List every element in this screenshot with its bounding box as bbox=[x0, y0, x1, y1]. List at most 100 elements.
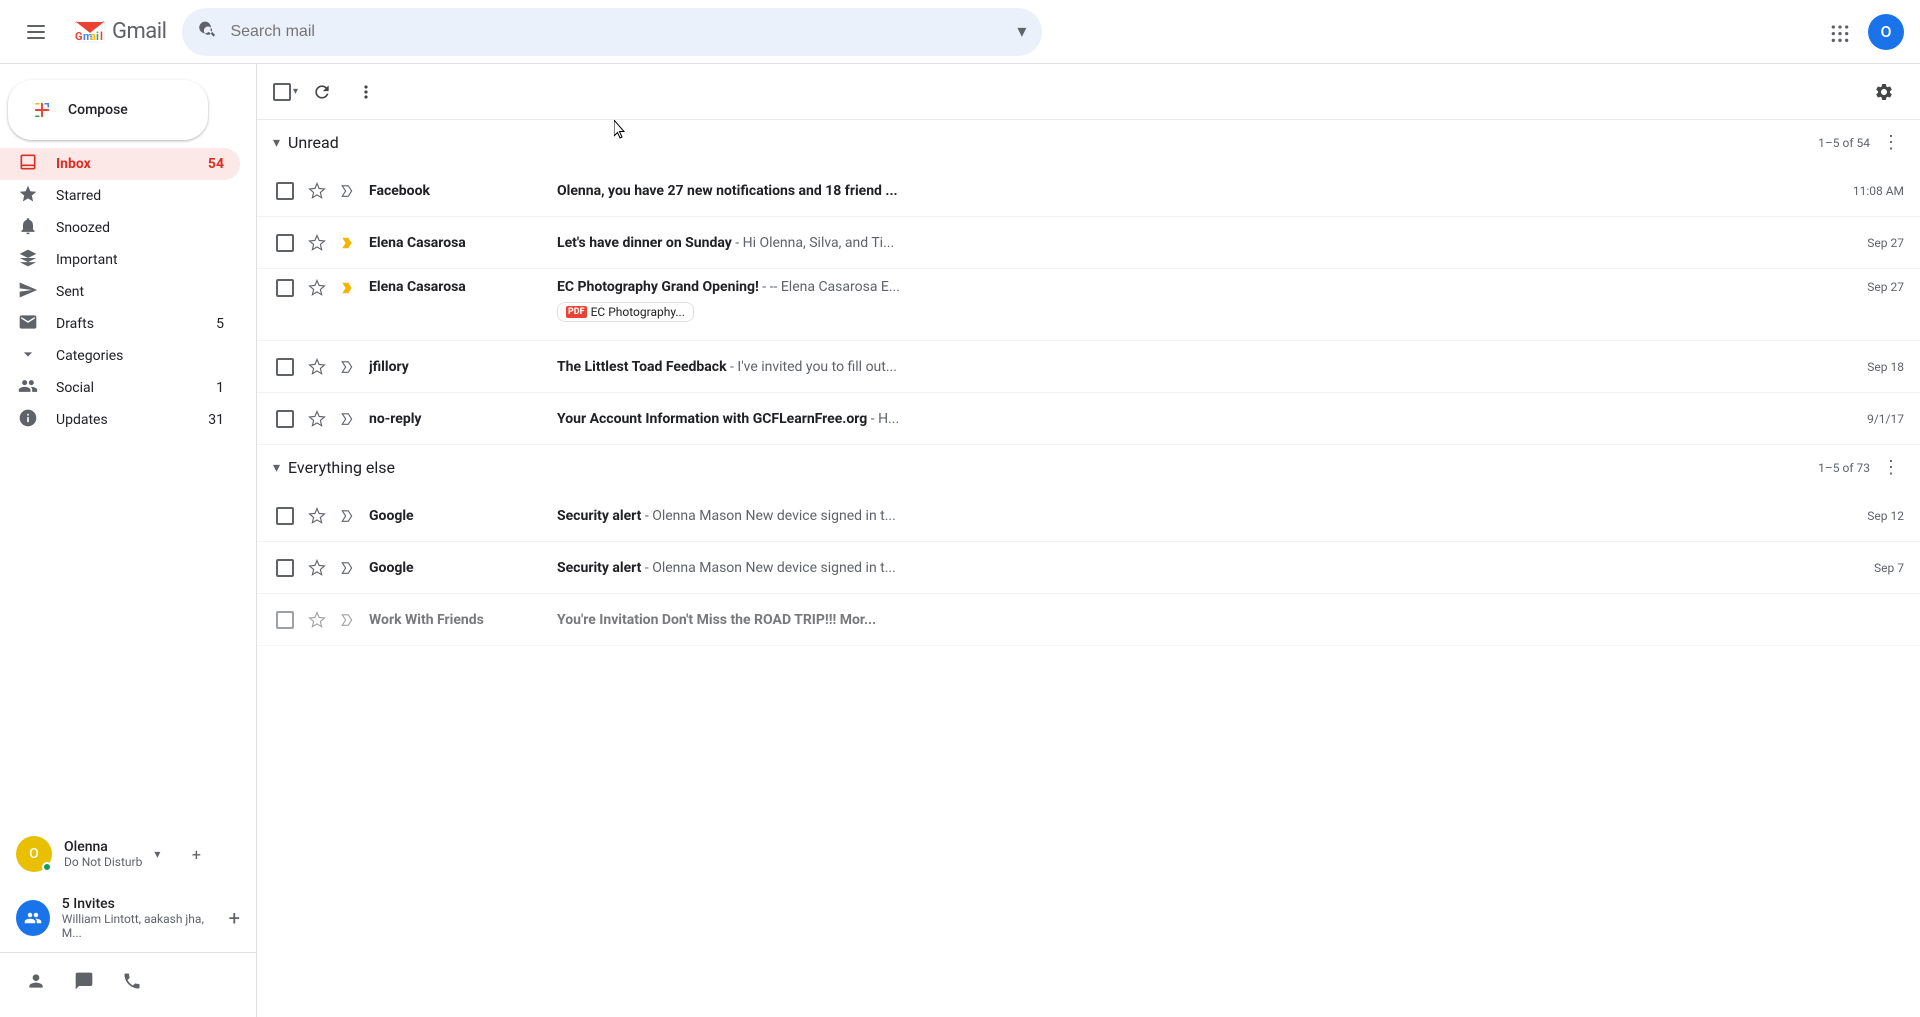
hamburger-menu-button[interactable] bbox=[16, 12, 56, 52]
email-checkbox[interactable] bbox=[276, 410, 294, 428]
sidebar-item-updates[interactable]: Updates 31 bbox=[0, 404, 240, 436]
unread-collapse-icon[interactable]: ▾ bbox=[273, 135, 280, 151]
row-subject-4: The Littlest Toad Feedback bbox=[557, 359, 727, 375]
social-badge: 1 bbox=[200, 380, 224, 396]
row-subject-5: Your Account Information with GCFLearnFr… bbox=[557, 411, 867, 427]
row-checkbox-4[interactable] bbox=[273, 358, 297, 376]
attachment-label: EC Photography... bbox=[591, 305, 685, 319]
sidebar-item-categories[interactable]: Categories bbox=[0, 340, 240, 372]
everything-else-section-header[interactable]: ▾ Everything else 1–5 of 73 ⋮ bbox=[257, 445, 1920, 490]
row-star-8[interactable] bbox=[305, 611, 329, 629]
pdf-attachment[interactable]: PDF EC Photography... bbox=[557, 302, 694, 322]
svg-text:i: i bbox=[96, 30, 99, 43]
row-important-3[interactable] bbox=[337, 279, 361, 297]
row-checkbox-3[interactable] bbox=[273, 279, 297, 297]
user-status: Do Not Disturb bbox=[64, 855, 142, 869]
drafts-label: Drafts bbox=[56, 316, 184, 332]
row-checkbox-8[interactable] bbox=[273, 611, 297, 629]
row-preview-4: - I've invited you to fill out... bbox=[730, 359, 897, 375]
settings-button[interactable] bbox=[1864, 72, 1904, 112]
row-star-6[interactable] bbox=[305, 507, 329, 525]
row-star-2[interactable] bbox=[305, 234, 329, 252]
add-account-button[interactable]: + bbox=[180, 838, 212, 870]
row-checkbox-5[interactable] bbox=[273, 410, 297, 428]
sidebar-item-drafts[interactable]: Drafts 5 bbox=[0, 308, 240, 340]
contacts-button[interactable] bbox=[16, 961, 56, 1001]
pdf-icon: PDF bbox=[566, 306, 587, 318]
row-star-7[interactable] bbox=[305, 559, 329, 577]
email-row[interactable]: no-reply Your Account Information with G… bbox=[257, 393, 1920, 445]
email-row[interactable]: Google Security alert - Olenna Mason New… bbox=[257, 490, 1920, 542]
unread-section-title: Unread bbox=[288, 133, 1810, 152]
sidebar-item-social[interactable]: Social 1 bbox=[0, 372, 240, 404]
row-important-2[interactable] bbox=[337, 234, 361, 252]
email-checkbox[interactable] bbox=[276, 279, 294, 297]
sidebar-item-inbox[interactable]: Inbox 54 bbox=[0, 148, 240, 180]
select-all-checkbox[interactable] bbox=[273, 83, 291, 101]
search-bar[interactable]: ▾ bbox=[182, 8, 1042, 56]
sidebar-item-important[interactable]: Important bbox=[0, 244, 240, 276]
phone-button[interactable] bbox=[112, 961, 152, 1001]
everything-else-section-title: Everything else bbox=[288, 458, 1810, 477]
more-options-button[interactable] bbox=[346, 72, 386, 112]
sent-icon bbox=[16, 280, 40, 305]
everything-else-collapse-icon[interactable]: ▾ bbox=[273, 460, 280, 476]
sidebar-item-sent[interactable]: Sent bbox=[0, 276, 240, 308]
refresh-button[interactable] bbox=[302, 72, 342, 112]
row-star-3[interactable] bbox=[305, 279, 329, 297]
row-star-5[interactable] bbox=[305, 410, 329, 428]
email-row[interactable]: Facebook Olenna, you have 27 new notific… bbox=[257, 165, 1920, 217]
email-checkbox[interactable] bbox=[276, 611, 294, 629]
search-input[interactable] bbox=[230, 23, 1005, 41]
row-star-4[interactable] bbox=[305, 358, 329, 376]
sidebar-item-snoozed[interactable]: Snoozed bbox=[0, 212, 240, 244]
invites-info: 5 Invites William Lintott, aakash jha, M… bbox=[62, 896, 217, 940]
select-all-container[interactable]: ▾ bbox=[273, 83, 298, 101]
sidebar-item-starred[interactable]: Starred bbox=[0, 180, 240, 212]
unread-section-header[interactable]: ▾ Unread 1–5 of 54 ⋮ bbox=[257, 120, 1920, 165]
row-subject-8: You're Invitation Don't Miss the ROAD TR… bbox=[557, 612, 876, 628]
email-checkbox[interactable] bbox=[276, 358, 294, 376]
row-checkbox-1[interactable] bbox=[273, 182, 297, 200]
email-row[interactable]: Work With Friends You're Invitation Don'… bbox=[257, 594, 1920, 646]
row-checkbox-6[interactable] bbox=[273, 507, 297, 525]
apps-button[interactable] bbox=[1820, 12, 1860, 52]
invites-count: 5 Invites bbox=[62, 896, 217, 912]
row-important-8[interactable] bbox=[337, 611, 361, 629]
user-profile[interactable]: O Olenna Do Not Disturb ▾ + bbox=[0, 824, 256, 884]
select-dropdown-arrow[interactable]: ▾ bbox=[293, 86, 298, 97]
row-important-4[interactable] bbox=[337, 358, 361, 376]
row-important-6[interactable] bbox=[337, 507, 361, 525]
email-row[interactable]: Elena Casarosa Let's have dinner on Sund… bbox=[257, 217, 1920, 269]
row-content-3: EC Photography Grand Opening! - -- Elena… bbox=[557, 279, 1836, 295]
row-sender-1: Facebook bbox=[369, 183, 549, 199]
email-row[interactable]: jfillory The Littlest Toad Feedback - I'… bbox=[257, 341, 1920, 393]
unread-section-more-icon[interactable]: ⋮ bbox=[1878, 128, 1904, 157]
row-important-5[interactable] bbox=[337, 410, 361, 428]
email-row[interactable]: Google Security alert - Olenna Mason New… bbox=[257, 542, 1920, 594]
row-date-4: Sep 18 bbox=[1844, 360, 1904, 374]
updates-badge: 31 bbox=[200, 412, 224, 428]
invites-add-button[interactable]: + bbox=[229, 906, 240, 930]
chat-button[interactable] bbox=[64, 961, 104, 1001]
email-checkbox[interactable] bbox=[276, 507, 294, 525]
compose-button[interactable]: Compose bbox=[8, 80, 208, 140]
search-dropdown-icon[interactable]: ▾ bbox=[1017, 21, 1026, 42]
user-avatar-button[interactable]: O bbox=[1868, 14, 1904, 50]
email-checkbox[interactable] bbox=[276, 234, 294, 252]
row-sender-5: no-reply bbox=[369, 411, 549, 427]
email-checkbox[interactable] bbox=[276, 559, 294, 577]
row-checkbox-2[interactable] bbox=[273, 234, 297, 252]
invites-section[interactable]: 5 Invites William Lintott, aakash jha, M… bbox=[0, 884, 256, 952]
email-checkbox[interactable] bbox=[276, 182, 294, 200]
main-layout: Compose Inbox 54 Starred Snoozed bbox=[0, 64, 1920, 1017]
row-content-4: The Littlest Toad Feedback - I've invite… bbox=[557, 359, 1836, 375]
row-checkbox-7[interactable] bbox=[273, 559, 297, 577]
row-important-1[interactable] bbox=[337, 182, 361, 200]
row-star-1[interactable] bbox=[305, 182, 329, 200]
email-row[interactable]: Elena Casarosa EC Photography Grand Open… bbox=[257, 269, 1920, 341]
row-important-7[interactable] bbox=[337, 559, 361, 577]
updates-icon bbox=[16, 408, 40, 433]
everything-else-section-more-icon[interactable]: ⋮ bbox=[1878, 453, 1904, 482]
row-subject-3: EC Photography Grand Opening! bbox=[557, 279, 759, 295]
